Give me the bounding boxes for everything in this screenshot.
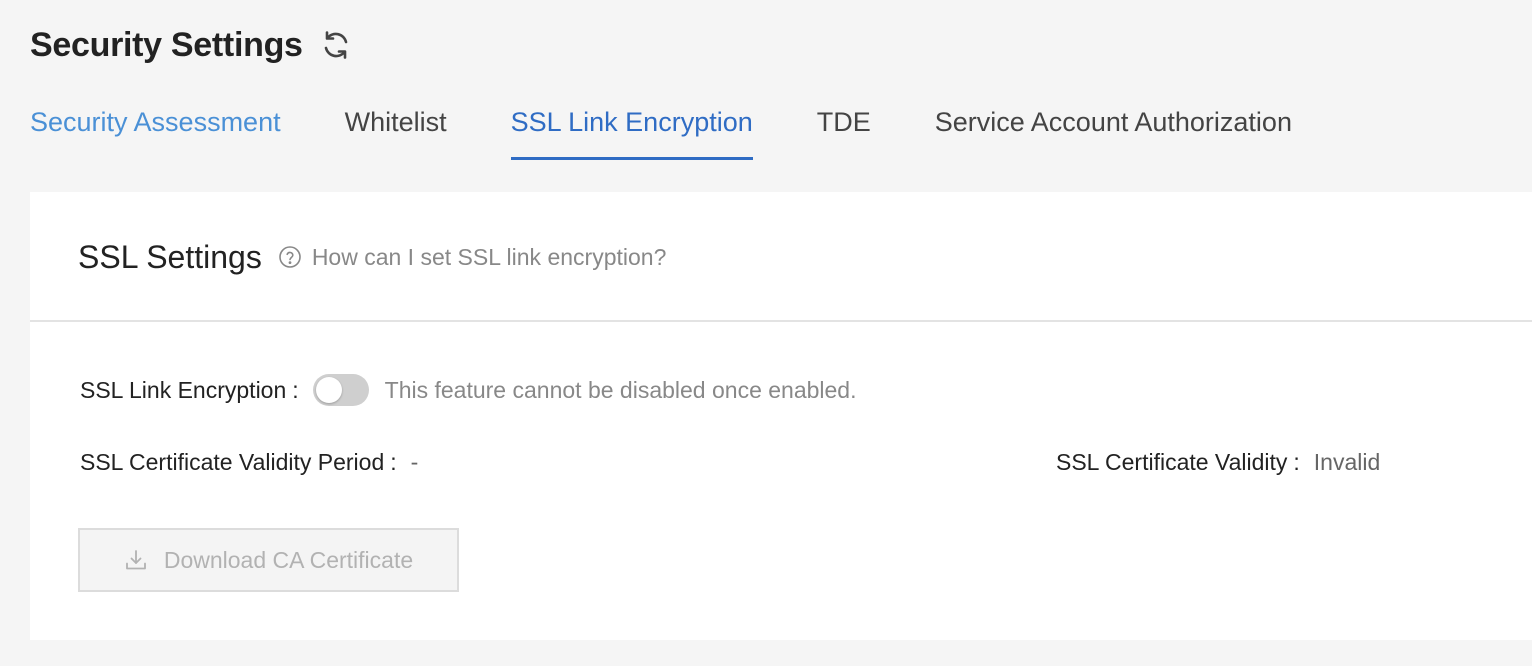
- toggle-knob: [315, 377, 342, 403]
- card-header: SSL Settings How can I set SSL link encr…: [30, 192, 1532, 322]
- certificate-period-colon: :: [390, 448, 397, 475]
- help-link[interactable]: How can I set SSL link encryption?: [278, 243, 667, 271]
- tab-security-assessment[interactable]: Security Assessment: [30, 100, 281, 160]
- tab-service-account-authorization[interactable]: Service Account Authorization: [935, 100, 1292, 160]
- ssl-encryption-toggle[interactable]: [312, 374, 369, 406]
- ssl-encryption-colon: :: [292, 376, 299, 403]
- download-button-label: Download CA Certificate: [163, 546, 414, 573]
- certificate-period-label: SSL Certificate Validity Period: [80, 448, 385, 475]
- download-icon: [124, 548, 148, 572]
- card-title: SSL Settings: [78, 238, 262, 275]
- ssl-encryption-hint: This feature cannot be disabled once ena…: [384, 376, 857, 403]
- certificate-period-row: SSL Certificate Validity Period : -: [80, 444, 418, 480]
- tab-tde[interactable]: TDE: [817, 100, 871, 160]
- help-link-text: How can I set SSL link encryption?: [311, 243, 667, 270]
- page-header: Security Settings: [30, 22, 353, 68]
- certificate-validity-row: SSL Certificate Validity : Invalid: [1056, 444, 1380, 480]
- ssl-encryption-label: SSL Link Encryption: [80, 376, 287, 403]
- question-circle-icon: [278, 245, 302, 269]
- certificate-validity-label: SSL Certificate Validity: [1056, 448, 1288, 475]
- page-title: Security Settings: [30, 25, 303, 64]
- refresh-icon[interactable]: [319, 28, 353, 62]
- tab-whitelist[interactable]: Whitelist: [345, 100, 447, 160]
- ssl-settings-card: SSL Settings How can I set SSL link encr…: [30, 192, 1532, 640]
- download-ca-certificate-button[interactable]: Download CA Certificate: [78, 528, 459, 592]
- certificate-period-value: -: [410, 448, 419, 475]
- certificate-validity-value: Invalid: [1313, 448, 1381, 475]
- certificate-validity-colon: :: [1293, 448, 1300, 475]
- ssl-encryption-row: SSL Link Encryption : This feature canno…: [80, 372, 857, 408]
- tab-bar: Security Assessment Whitelist SSL Link E…: [30, 100, 1356, 160]
- tab-ssl-link-encryption[interactable]: SSL Link Encryption: [510, 100, 753, 160]
